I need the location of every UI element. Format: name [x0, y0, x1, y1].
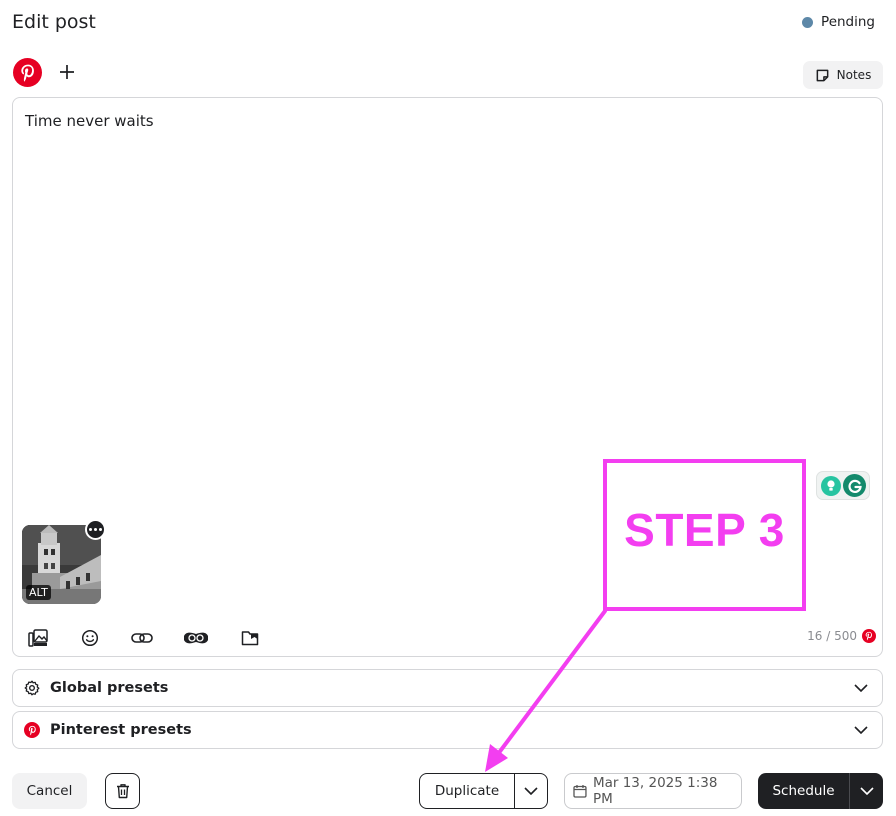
- chevron-down-icon: [524, 787, 538, 795]
- schedule-date-label: Mar 13, 2025 1:38 PM: [592, 775, 718, 807]
- character-count-label: 16 / 500: [807, 629, 857, 643]
- status-label: Pending: [821, 14, 875, 30]
- status-dot: [802, 16, 814, 28]
- trash-icon: [116, 784, 129, 799]
- delete-button[interactable]: [105, 773, 140, 809]
- notes-button[interactable]: Notes: [803, 61, 883, 89]
- duplicate-options-button[interactable]: [515, 774, 547, 808]
- gear-icon: [24, 680, 40, 696]
- plus-icon: [60, 65, 74, 79]
- page-title: Edit post: [12, 11, 96, 33]
- status-indicator: Pending: [802, 14, 875, 30]
- step-annotation-label: STEP 3: [624, 504, 785, 556]
- grammarly-icon[interactable]: [843, 474, 866, 497]
- duplicate-split-button: Duplicate: [419, 773, 548, 809]
- folder-icon[interactable]: [239, 628, 261, 648]
- cancel-button[interactable]: Cancel: [12, 773, 87, 809]
- grammarly-widget[interactable]: [816, 471, 870, 500]
- pinterest-presets-accordion[interactable]: Pinterest presets: [12, 711, 883, 749]
- schedule-split-button: Schedule: [758, 773, 883, 809]
- pinterest-account-avatar[interactable]: [13, 58, 42, 87]
- post-text[interactable]: Time never waits: [25, 112, 154, 130]
- duplicate-button[interactable]: Duplicate: [420, 774, 515, 808]
- schedule-button[interactable]: Schedule: [758, 773, 850, 809]
- chevron-down-icon: [854, 684, 868, 692]
- chevron-down-icon: [859, 787, 874, 795]
- global-presets-label: Global presets: [50, 680, 169, 696]
- pinterest-presets-label: Pinterest presets: [50, 722, 192, 738]
- media-more-button[interactable]: [85, 519, 106, 540]
- alt-text-badge[interactable]: ALT: [26, 585, 51, 600]
- ellipsis-icon: [89, 528, 92, 531]
- notes-label: Notes: [836, 68, 872, 82]
- schedule-date-picker[interactable]: Mar 13, 2025 1:38 PM: [564, 773, 742, 809]
- emoji-icon[interactable]: [79, 628, 101, 648]
- suggestion-bulb-icon[interactable]: [821, 475, 841, 496]
- pinterest-icon: [862, 629, 876, 643]
- step-annotation-box: STEP 3: [603, 459, 806, 611]
- calendar-icon: [573, 785, 587, 798]
- character-count: 16 / 500: [807, 629, 876, 643]
- chevron-down-icon: [854, 726, 868, 734]
- schedule-options-button[interactable]: [850, 773, 883, 809]
- link-icon[interactable]: [129, 628, 155, 648]
- pinterest-icon: [24, 722, 40, 738]
- add-account-button[interactable]: [56, 58, 78, 86]
- canva-icon[interactable]: [181, 628, 211, 648]
- media-library-icon[interactable]: [27, 628, 49, 648]
- note-icon: [816, 69, 829, 81]
- pinterest-icon: [20, 64, 34, 82]
- global-presets-accordion[interactable]: Global presets: [12, 669, 883, 707]
